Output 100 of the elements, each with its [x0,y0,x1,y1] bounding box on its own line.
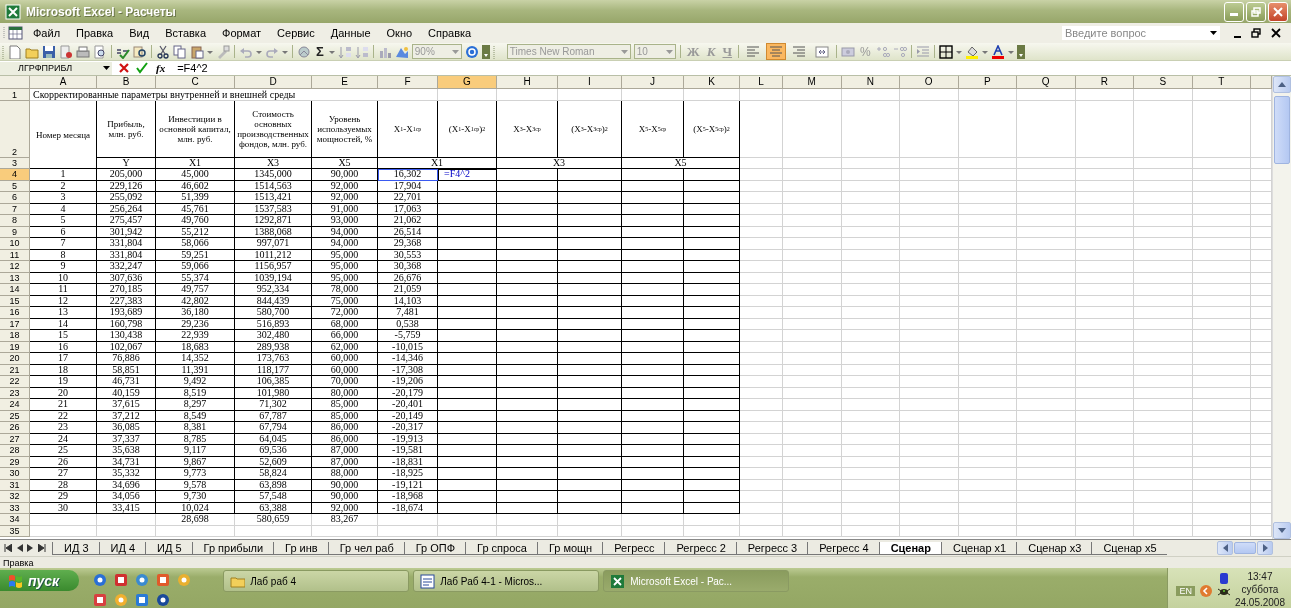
insert-function-button[interactable]: fx [154,62,168,74]
paste-icon[interactable] [190,44,204,59]
print-preview-icon[interactable] [93,44,107,59]
scroll-thumb[interactable] [1234,542,1256,554]
launcher-icon[interactable] [93,573,108,587]
last-sheet-icon[interactable] [38,544,46,552]
row-header[interactable]: 14 [0,284,30,296]
minimize-button[interactable] [1224,1,1244,22]
printer-icon[interactable] [76,44,90,59]
launcher-icon[interactable] [135,593,150,607]
column-header[interactable]: S [1134,76,1193,89]
menu-item[interactable]: Справка [421,26,479,40]
column-header[interactable]: M [783,76,842,89]
sheet-tab[interactable]: Гр ОПФ [403,541,466,555]
cylinder-icon[interactable] [1218,571,1229,585]
menu-item[interactable]: Файл [26,26,68,40]
hyperlink-icon[interactable] [297,44,311,59]
question-field[interactable]: Введите вопрос [1062,26,1220,40]
row-header[interactable]: 3 [0,158,30,169]
column-header[interactable]: Q [1017,76,1076,89]
row-header[interactable]: 16 [0,307,30,319]
sheet-tab[interactable]: Гр прибыли [191,541,274,555]
scroll-thumb[interactable] [1274,96,1290,164]
column-header[interactable]: P [958,76,1017,89]
menu-item[interactable]: Вид [122,26,157,40]
sheet-tab[interactable]: Сценар x3 [1016,541,1092,555]
row-header[interactable]: 10 [0,238,30,250]
previous-sheet-icon[interactable] [16,544,23,552]
toolbar-options-icon[interactable] [481,44,490,59]
sheet-tab[interactable]: Регресс 4 [807,541,879,555]
new-document-icon[interactable] [8,44,22,59]
permission-icon[interactable] [59,44,73,59]
column-header[interactable]: R [1075,76,1134,89]
row-header[interactable]: 24 [0,399,30,411]
drawing-icon[interactable] [394,44,409,59]
row-header[interactable]: 12 [0,261,30,273]
restore-icon[interactable] [1251,28,1261,38]
column-header[interactable]: N [841,76,900,89]
name-box[interactable]: ЛГРФПРИБЛ [0,61,112,75]
row-header[interactable]: 6 [0,192,30,204]
font-color-icon[interactable] [990,44,1005,59]
menu-item[interactable]: Вставка [158,26,213,40]
column-header[interactable]: H [497,76,558,89]
borders-icon[interactable] [938,44,953,59]
scissors-icon[interactable] [156,44,170,59]
launcher-icon[interactable] [156,593,171,607]
sheet-tab[interactable]: Сценар x1 [940,541,1017,555]
row-header[interactable]: 22 [0,376,30,388]
sheet-tab[interactable]: ИД 3 [52,541,99,555]
column-header[interactable]: B [97,76,156,89]
close-icon[interactable] [1271,28,1281,38]
column-header[interactable]: O [900,76,959,89]
menu-item[interactable]: Окно [379,26,420,40]
center-button[interactable] [766,43,787,60]
sheet-tab[interactable]: Гр чел раб [327,541,404,555]
row-header[interactable]: 30 [0,468,30,480]
menu-item[interactable]: Правка [69,26,121,40]
taskbar-button[interactable]: Лаб Раб 4-1 - Micros... [413,570,600,592]
sheet-tab[interactable]: Регресс [602,541,665,555]
sheet-tab[interactable]: Регресс 3 [735,541,808,555]
help-icon[interactable] [464,44,479,59]
scroll-down-button[interactable] [1273,522,1291,539]
column-header[interactable]: I [558,76,622,89]
scroll-right-button[interactable] [1257,541,1273,555]
column-header[interactable]: D [235,76,312,89]
scroll-left-button[interactable] [1217,541,1233,555]
sheet-tab[interactable]: Регресс 2 [664,541,736,555]
row-header[interactable]: 26 [0,422,30,434]
bug-icon[interactable] [1216,586,1231,597]
start-button[interactable]: пуск [0,570,80,591]
scroll-up-button[interactable] [1273,76,1291,93]
menu-item[interactable]: Сервис [270,26,322,40]
sort-descending-icon[interactable] [354,44,369,59]
column-header[interactable]: F [378,76,438,89]
row-header[interactable]: 28 [0,445,30,457]
row-header[interactable]: 4 [0,169,30,181]
launcher-icon[interactable] [114,573,129,587]
row-header[interactable]: 1 [0,89,30,101]
currency-icon[interactable] [841,44,856,59]
launcher-icon[interactable] [156,573,171,587]
restore-button[interactable] [1246,1,1266,22]
row-header[interactable]: 2 [0,101,30,158]
taskbar-button[interactable]: Лаб раб 4 [223,570,410,592]
cancel-icon[interactable] [118,62,130,74]
format-painter-icon[interactable] [216,44,230,59]
column-header[interactable]: K [684,76,740,89]
autosum-button[interactable]: Σ [314,44,326,59]
row-header[interactable]: 8 [0,215,30,227]
row-header[interactable]: 18 [0,330,30,342]
toolbar-options-icon[interactable] [1016,44,1025,59]
sheet-tab[interactable]: Сценар [878,541,941,555]
column-header[interactable]: C [156,76,235,89]
sheet-tab[interactable]: Гр спроса [465,541,537,555]
research-icon[interactable] [133,44,147,59]
column-header[interactable]: A [30,76,97,89]
launcher-icon[interactable] [93,593,108,607]
sheet-tab[interactable]: Гр инв [273,541,328,555]
sheet-tab[interactable]: ИД 4 [98,541,146,555]
save-icon[interactable] [42,44,56,59]
column-header[interactable]: E [312,76,378,89]
